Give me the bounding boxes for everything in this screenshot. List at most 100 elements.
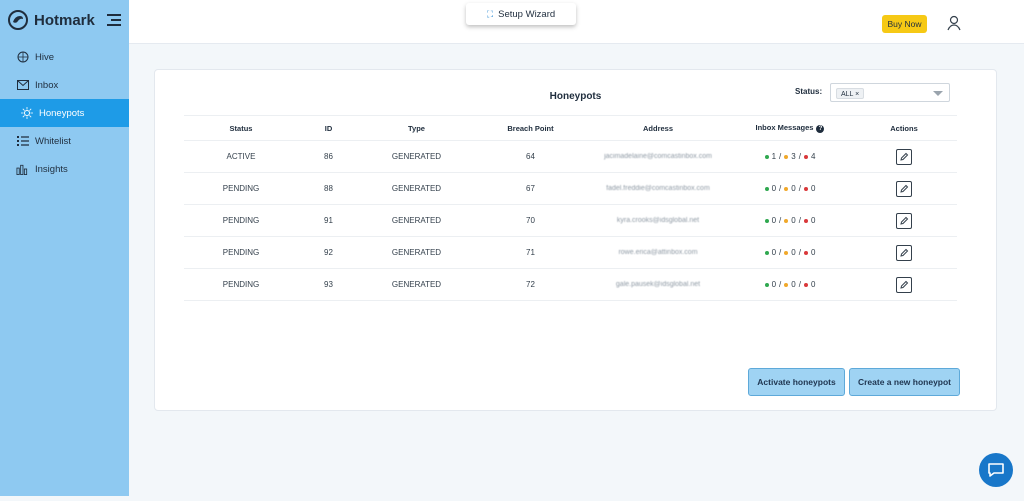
type-cell: GENERATED	[391, 248, 442, 257]
address-cell: gale.pausek@idsglobal.net	[615, 280, 701, 288]
edit-icon[interactable]	[896, 276, 912, 293]
sidebar-item-hive[interactable]: Hive	[0, 43, 129, 71]
honeypot-icon	[20, 107, 33, 120]
help-icon[interactable]: ?	[816, 125, 825, 133]
activate-honeypots-button[interactable]: Activate honeypots	[748, 368, 845, 396]
red-dot-icon	[803, 218, 808, 223]
actions-cell	[851, 244, 957, 261]
honeypots-card: Honeypots Status: ALL × Status ID Type B…	[154, 69, 997, 411]
column-header[interactable]: Type	[359, 124, 474, 133]
id-cell: 86	[324, 152, 333, 161]
column-header[interactable]: Address	[587, 124, 729, 133]
menu-toggle-icon[interactable]	[106, 14, 121, 26]
column-header[interactable]: Breach Point	[474, 124, 587, 133]
address-cell: rowe.erica@attinbox.com	[618, 248, 698, 256]
actions-cell	[851, 180, 957, 197]
type-cell: GENERATED	[391, 216, 442, 225]
sidebar-nav: Hive Inbox Honeypots Whitelist Insights	[0, 43, 129, 183]
green-count: 0	[771, 248, 777, 257]
sidebar-item-label: Honeypots	[39, 107, 85, 119]
yellow-count: 0	[791, 184, 796, 193]
status-filter-select[interactable]: ALL ×	[830, 83, 950, 102]
green-dot-icon	[764, 154, 769, 159]
sidebar: Hotmark Hive Inbox Honeypots Whitelist I…	[0, 0, 129, 496]
red-dot-icon	[803, 250, 808, 255]
type-cell: GENERATED	[391, 280, 442, 289]
red-dot-icon	[803, 282, 808, 287]
yellow-dot-icon	[784, 186, 789, 191]
table-row: PENDING 93 GENERATED 72 gale.pausek@idsg…	[184, 269, 957, 301]
edit-icon[interactable]	[896, 244, 912, 261]
yellow-count: 0	[791, 280, 796, 289]
table-row: ACTIVE 86 GENERATED 64 jacimadelaine@com…	[184, 141, 957, 173]
inbox-messages-cell: 1/ 3/ 4	[729, 152, 851, 161]
column-header[interactable]: Status	[184, 124, 298, 133]
brand-name: Hotmark	[34, 11, 95, 29]
yellow-count: 3	[791, 152, 796, 161]
address-cell: fadel.freddie@comcastinbox.com	[606, 184, 710, 192]
red-count: 4	[810, 152, 816, 161]
green-count: 1	[771, 152, 777, 161]
red-count: 0	[810, 280, 816, 289]
status-cell: PENDING	[222, 216, 260, 225]
address-cell: jacimadelaine@comcastinbox.com	[604, 152, 712, 160]
red-count: 0	[810, 248, 816, 257]
actions-cell	[851, 212, 957, 229]
list-icon	[16, 135, 29, 148]
sidebar-item-honeypots[interactable]: Honeypots	[0, 99, 129, 127]
yellow-count: 0	[791, 248, 796, 257]
status-cell: PENDING	[222, 280, 260, 289]
type-cell: GENERATED	[391, 184, 442, 193]
status-cell: PENDING	[222, 248, 260, 257]
inbox-messages-cell: 0/ 0/ 0	[729, 248, 851, 257]
green-count: 0	[771, 280, 777, 289]
create-honeypot-button[interactable]: Create a new honeypot	[849, 368, 960, 396]
yellow-dot-icon	[784, 250, 789, 255]
topbar: ⛶ Setup Wizard Buy Now	[129, 0, 1024, 44]
red-dot-icon	[803, 186, 808, 191]
green-dot-icon	[764, 282, 769, 287]
user-icon[interactable]	[947, 15, 961, 31]
id-cell: 88	[324, 184, 333, 193]
breach-cell: 67	[526, 184, 535, 193]
edit-icon[interactable]	[896, 180, 912, 197]
column-header-inbox[interactable]: Inbox Messages?	[729, 123, 851, 133]
inbox-messages-cell: 0/ 0/ 0	[729, 216, 851, 225]
breach-cell: 64	[526, 152, 535, 161]
chart-icon	[16, 163, 29, 176]
column-header[interactable]: ID	[298, 124, 359, 133]
red-count: 0	[810, 216, 816, 225]
envelope-icon	[16, 79, 29, 92]
id-cell: 93	[324, 280, 333, 289]
breach-cell: 71	[526, 248, 535, 257]
brand: Hotmark	[0, 0, 129, 40]
status-filter-label: Status:	[795, 87, 823, 96]
yellow-dot-icon	[784, 154, 789, 159]
sidebar-item-inbox[interactable]: Inbox	[0, 71, 129, 99]
chat-icon[interactable]	[979, 453, 1013, 487]
sidebar-item-label: Inbox	[35, 79, 59, 91]
type-cell: GENERATED	[391, 152, 442, 161]
hotmark-logo-icon	[8, 10, 28, 30]
sidebar-item-label: Whitelist	[35, 135, 71, 147]
buy-now-button[interactable]: Buy Now	[882, 15, 927, 33]
green-count: 0	[771, 216, 777, 225]
breach-cell: 72	[526, 280, 535, 289]
expand-icon: ⛶	[486, 8, 494, 19]
setup-wizard-button[interactable]: ⛶ Setup Wizard	[466, 3, 576, 25]
red-dot-icon	[803, 154, 808, 159]
inbox-messages-cell: 0/ 0/ 0	[729, 280, 851, 289]
actions-cell	[851, 276, 957, 293]
status-cell: ACTIVE	[226, 152, 256, 161]
status-chip-all[interactable]: ALL ×	[836, 88, 865, 99]
column-header-label: Inbox Messages	[755, 123, 814, 132]
table-row: PENDING 91 GENERATED 70 kyra.crooks@idsg…	[184, 205, 957, 237]
sidebar-item-insights[interactable]: Insights	[0, 155, 129, 183]
breach-cell: 70	[526, 216, 535, 225]
edit-icon[interactable]	[896, 212, 912, 229]
honeypots-table: Status ID Type Breach Point Address Inbo…	[184, 115, 957, 301]
sidebar-item-whitelist[interactable]: Whitelist	[0, 127, 129, 155]
edit-icon[interactable]	[896, 148, 912, 165]
green-dot-icon	[764, 250, 769, 255]
setup-wizard-label: Setup Wizard	[498, 8, 556, 20]
